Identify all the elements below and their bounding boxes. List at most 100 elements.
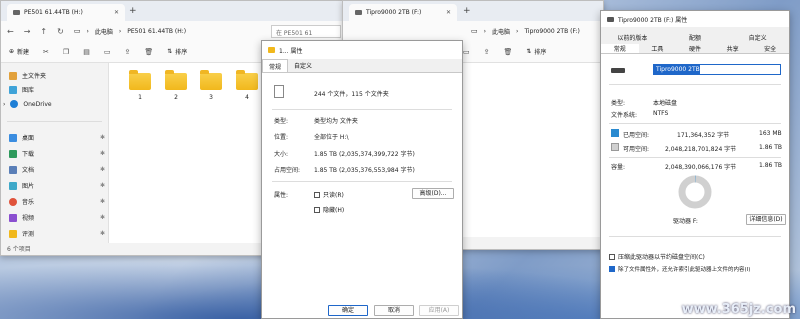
folder-icon[interactable] [165, 70, 187, 90]
used-bytes: 171,364,352 字节 [677, 132, 730, 139]
apply-button[interactable]: 应用(A) [419, 305, 459, 316]
readonly-checkbox[interactable]: 只读(R) [314, 190, 344, 199]
new-label: 新建 [17, 49, 30, 56]
dialog-titlebar: Tipro9000 2TB (F:) 属性 [601, 11, 789, 27]
tab-customize[interactable]: 自定义 [726, 33, 789, 42]
sort-icon: ⇅ [167, 48, 173, 55]
sidebar-item-downloads[interactable]: 下载 ✱ [9, 149, 105, 158]
dialog-tabs: 常规 自定义 [262, 59, 462, 72]
new-tab-icon[interactable]: + [129, 6, 137, 16]
dialog-tabs-row2: 常规 工具 硬件 共享 安全 [601, 44, 789, 53]
new-button[interactable]: ⊕ 新建 [9, 47, 29, 56]
tab-security[interactable]: 安全 [751, 44, 789, 53]
tab-sharing[interactable]: 共享 [714, 44, 752, 53]
folder-icon[interactable] [129, 70, 151, 90]
documents-icon [9, 165, 17, 174]
explorer-tab[interactable]: PE501 61.44TB (H:) ✕ [7, 4, 125, 21]
rename-icon[interactable]: ▭ [104, 48, 111, 56]
sidebar-item-videos[interactable]: 视频 ✱ [9, 213, 105, 222]
forward-icon[interactable]: → [24, 27, 31, 36]
download-icon [9, 149, 17, 158]
tab-tools[interactable]: 工具 [639, 44, 677, 53]
new-tab-icon[interactable]: + [463, 6, 471, 16]
drive-name-text: Tipro9000 2TB [656, 66, 700, 73]
compress-checkbox[interactable]: 压缩此驱动器以节约磁盘空间(C) [609, 252, 705, 261]
explorer-tab[interactable]: Tipro9000 2TB (F:) ✕ [349, 4, 457, 21]
breadcrumb-pc[interactable]: 此电脑 [492, 27, 510, 36]
tab-general[interactable]: 常规 [601, 44, 639, 53]
share-icon[interactable]: ⇪ [484, 48, 490, 56]
sort-label: 排序 [175, 49, 188, 56]
share-icon[interactable]: ⇪ [124, 48, 130, 56]
tab-general[interactable]: 常规 [262, 59, 289, 72]
back-icon[interactable]: ← [7, 27, 14, 36]
folder-properties-dialog: 1... 属性 常规 自定义 244 个文件，115 个文件夹 类型: 类型均为… [261, 40, 463, 319]
drive-letter-label: 驱动器 F: [673, 218, 698, 225]
sidebar-item-documents[interactable]: 文档 ✱ [9, 165, 105, 174]
folder-label: 3 [209, 94, 213, 101]
checkbox-label: 隐藏(H) [323, 207, 345, 214]
delete-icon[interactable]: 🗑 [144, 48, 153, 56]
breadcrumb-drive[interactable]: Tipro9000 2TB (F:) [524, 28, 579, 35]
expand-chevron-icon[interactable]: › [3, 101, 5, 108]
breadcrumb-pc[interactable]: 此电脑 [95, 27, 113, 36]
copy-icon[interactable]: ❐ [63, 48, 69, 56]
index-checkbox[interactable]: 除了文件属性外，还允许索引此驱动器上文件的内容(I) [609, 265, 750, 273]
cut-icon[interactable]: ✂ [43, 48, 49, 56]
advanced-button[interactable]: 高级(D)... [412, 188, 454, 199]
tab-previous-versions[interactable]: 以前的版本 [601, 33, 664, 42]
pin-icon: ✱ [99, 134, 105, 141]
rename-icon[interactable]: ▭ [463, 48, 470, 56]
paste-icon[interactable]: ▤ [83, 48, 90, 56]
tab-quota[interactable]: 配额 [664, 33, 727, 42]
size-value: 1.85 TB (2,035,374,399,722 字节) [314, 151, 415, 158]
close-tab-icon[interactable]: ✕ [114, 9, 119, 16]
pin-icon: ✱ [99, 230, 105, 237]
tab-hardware[interactable]: 硬件 [676, 44, 714, 53]
hidden-checkbox[interactable]: 隐藏(H) [314, 205, 344, 214]
sidebar-item-review[interactable]: 评测 ✱ [9, 229, 105, 238]
dialog-body: 244 个文件，115 个文件夹 类型: 类型均为 文件夹 位置: 全部位于 H… [262, 72, 462, 318]
delete-icon[interactable]: 🗑 [504, 48, 513, 56]
pin-icon: ✱ [99, 182, 105, 189]
details-button[interactable]: 详细信息(D) [746, 214, 786, 225]
tab-customize[interactable]: 自定义 [288, 59, 318, 72]
sidebar-item-label: 音乐 [22, 199, 35, 206]
checkbox-box [314, 191, 320, 198]
breadcrumb-drive[interactable]: PE501 61.44TB (H:) [127, 28, 186, 35]
status-bar: 6 个项目 [7, 246, 31, 253]
sidebar-item-pictures[interactable]: 图片 ✱ [9, 181, 105, 190]
folder-icon[interactable] [200, 70, 222, 90]
sidebar-item-music[interactable]: 音乐 ✱ [9, 197, 105, 206]
ok-button[interactable]: 确定 [328, 305, 368, 316]
checkbox-box [314, 206, 320, 213]
refresh-icon[interactable]: ↻ [57, 27, 64, 36]
usage-donut-chart [678, 175, 712, 209]
search-input[interactable]: 在 PE501 61 [271, 25, 341, 38]
pin-icon: ✱ [99, 198, 105, 205]
address-bar[interactable]: ▭ › 此电脑 › Tipro9000 2TB (F:) [471, 24, 580, 38]
chevron-icon: › [118, 27, 122, 35]
checkbox-box-checked [609, 266, 615, 272]
sidebar-item-onedrive[interactable]: › OneDrive [3, 100, 99, 108]
sidebar-item-desktop[interactable]: 桌面 ✱ [9, 133, 105, 142]
sidebar-item-label: 下载 [22, 151, 35, 158]
close-tab-icon[interactable]: ✕ [446, 9, 451, 16]
divider [609, 84, 781, 85]
desktop-icon [9, 133, 17, 142]
up-icon[interactable]: ↑ [40, 27, 47, 36]
onedrive-icon [10, 100, 19, 108]
size-label: 大小: [274, 151, 289, 158]
divider [609, 236, 781, 237]
sort-button[interactable]: ⇅ 排序 [526, 47, 546, 56]
folder-icon[interactable] [236, 70, 258, 90]
used-color-swatch [611, 129, 619, 137]
drive-icon [13, 10, 20, 15]
sidebar-item-gallery[interactable]: 图库 [9, 85, 105, 94]
address-bar[interactable]: ▭ › 此电脑 › PE501 61.44TB (H:) [74, 24, 186, 38]
cancel-button[interactable]: 取消 [374, 305, 414, 316]
tab-bar: Tipro9000 2TB (F:) ✕ + [343, 1, 603, 21]
sidebar-item-home[interactable]: 主文件夹 [9, 71, 105, 80]
sort-button[interactable]: ⇅ 排序 [167, 47, 187, 56]
location-label: 位置: [274, 134, 289, 141]
